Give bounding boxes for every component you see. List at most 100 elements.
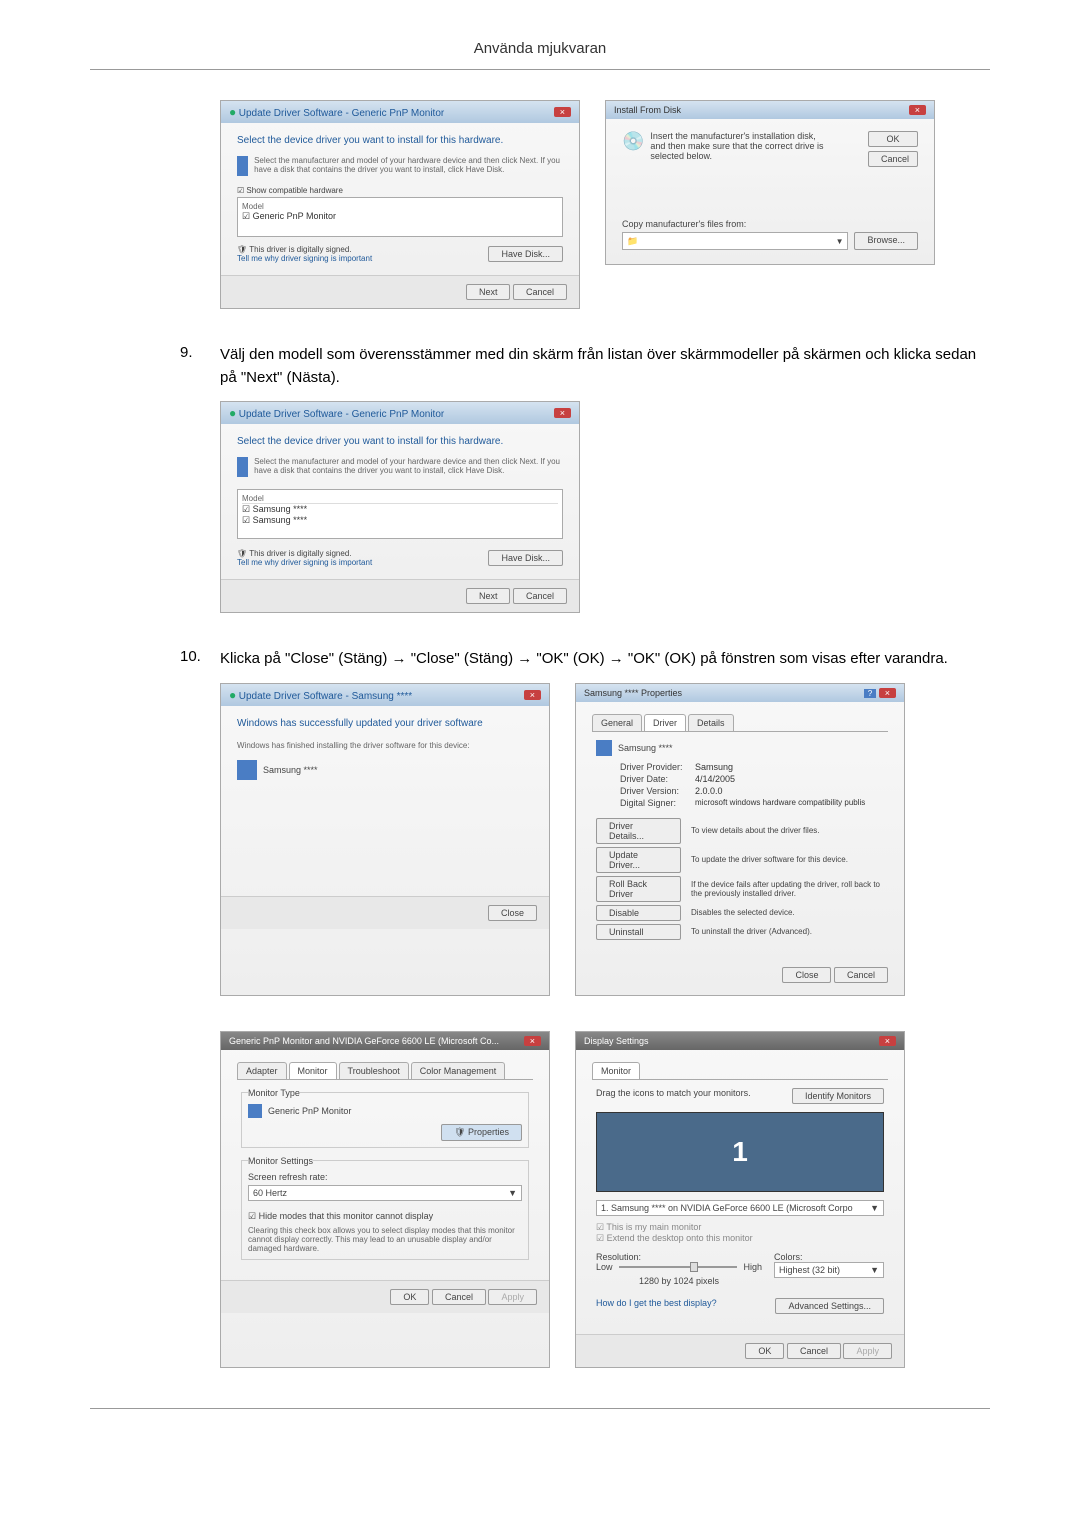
- device-icon: [237, 760, 257, 780]
- install-disk-dialog: Install From Disk × 💿 Insert the manufac…: [605, 100, 935, 265]
- step-number: 9.: [180, 344, 220, 389]
- rollback-button[interactable]: Roll Back Driver: [596, 876, 681, 902]
- identify-button[interactable]: Identify Monitors: [792, 1088, 884, 1104]
- colors-label: Colors:: [774, 1252, 884, 1262]
- close-icon[interactable]: ×: [524, 690, 541, 700]
- signed-text: 🛡 This driver is digitally signed.: [237, 549, 372, 558]
- dropdown-icon[interactable]: ▼: [836, 237, 844, 246]
- device-dropdown[interactable]: 1. Samsung **** on NVIDIA GeForce 6600 L…: [596, 1200, 884, 1216]
- close-icon[interactable]: ×: [554, 408, 571, 418]
- apply-button[interactable]: Apply: [488, 1289, 537, 1305]
- close-icon[interactable]: ×: [909, 105, 926, 115]
- step-text: Klicka på "Close" (Stäng) → "Close" (Stä…: [220, 648, 948, 671]
- driver-details-button[interactable]: Driver Details...: [596, 818, 681, 844]
- monitor-type-group: Monitor Type: [248, 1088, 300, 1098]
- success-heading: Windows has successfully updated your dr…: [237, 718, 533, 729]
- tab-monitor[interactable]: Monitor: [592, 1062, 640, 1079]
- browse-button[interactable]: Browse...: [854, 232, 918, 250]
- drag-label: Drag the icons to match your monitors.: [596, 1088, 751, 1104]
- cancel-button[interactable]: Cancel: [513, 284, 567, 300]
- cancel-button[interactable]: Cancel: [834, 967, 888, 983]
- resolution-label: Resolution:: [596, 1252, 762, 1262]
- close-button[interactable]: Close: [782, 967, 831, 983]
- properties-dialog: Samsung **** Properties ? × General Driv…: [575, 683, 905, 996]
- monitor-type-val: Generic PnP Monitor: [268, 1106, 351, 1116]
- refresh-dropdown[interactable]: 60 Hertz▼: [248, 1185, 522, 1201]
- update-driver-button[interactable]: Update Driver...: [596, 847, 681, 873]
- step-text: Välj den modell som överensstämmer med d…: [220, 344, 990, 389]
- cancel-button[interactable]: Cancel: [787, 1343, 841, 1359]
- ok-button[interactable]: OK: [745, 1343, 784, 1359]
- ok-button[interactable]: OK: [868, 131, 918, 147]
- refresh-label: Screen refresh rate:: [248, 1172, 522, 1182]
- device-name: Samsung ****: [618, 743, 673, 753]
- model-item[interactable]: ☑ Generic PnP Monitor: [242, 211, 558, 222]
- resolution-value: 1280 by 1024 pixels: [596, 1276, 762, 1286]
- tab-monitor[interactable]: Monitor: [289, 1062, 337, 1079]
- monitor-icon: [248, 1104, 262, 1118]
- title: Install From Disk: [614, 105, 681, 115]
- signing-link[interactable]: Tell me why driver signing is important: [237, 558, 372, 567]
- close-button[interactable]: Close: [488, 905, 537, 921]
- disk-icon: 💿: [622, 131, 644, 167]
- tab-troubleshoot[interactable]: Troubleshoot: [339, 1062, 409, 1079]
- properties-button[interactable]: 🛡 Properties: [441, 1124, 522, 1141]
- tab-adapter[interactable]: Adapter: [237, 1062, 287, 1079]
- advanced-button[interactable]: Advanced Settings...: [775, 1298, 884, 1314]
- instruction-text: Insert the manufacturer's installation d…: [650, 131, 830, 167]
- success-dialog: ● Update Driver Software - Samsung **** …: [220, 683, 550, 996]
- title: Generic PnP Monitor and NVIDIA GeForce 6…: [229, 1036, 499, 1046]
- cancel-button[interactable]: Cancel: [868, 151, 918, 167]
- model-label: Model: [242, 494, 558, 504]
- next-button[interactable]: Next: [466, 588, 511, 604]
- close-icon[interactable]: ×: [879, 1036, 896, 1046]
- title: ● Update Driver Software - Generic PnP M…: [229, 105, 444, 119]
- compat-checkbox-label[interactable]: Show compatible hardware: [246, 186, 343, 195]
- close-icon[interactable]: ? ×: [864, 688, 896, 698]
- help-link[interactable]: How do I get the best display?: [596, 1298, 717, 1314]
- title: ● Update Driver Software - Generic PnP M…: [229, 406, 444, 420]
- monitor-preview[interactable]: 1: [596, 1112, 884, 1192]
- display-settings-dialog: Display Settings × Monitor Drag the icon…: [575, 1031, 905, 1368]
- copy-label: Copy manufacturer's files from:: [622, 219, 918, 229]
- device-icon: [237, 457, 248, 477]
- cancel-button[interactable]: Cancel: [432, 1289, 486, 1305]
- disable-button[interactable]: Disable: [596, 905, 681, 921]
- device-name: Samsung ****: [263, 765, 318, 775]
- update-driver-dialog-2: ● Update Driver Software - Generic PnP M…: [220, 401, 580, 613]
- hint-text: Select the manufacturer and model of you…: [254, 156, 563, 176]
- success-sub: Windows has finished installing the driv…: [237, 741, 533, 750]
- device-icon: [596, 740, 612, 756]
- step-number: 10.: [180, 648, 220, 671]
- ok-button[interactable]: OK: [390, 1289, 429, 1305]
- dialog-heading: Select the device driver you want to ins…: [237, 436, 563, 447]
- next-button[interactable]: Next: [466, 284, 511, 300]
- signing-link[interactable]: Tell me why driver signing is important: [237, 254, 372, 263]
- apply-button[interactable]: Apply: [843, 1343, 892, 1359]
- title: Samsung **** Properties: [584, 688, 682, 698]
- dropdown-icon: ▼: [508, 1188, 517, 1198]
- have-disk-button[interactable]: Have Disk...: [488, 246, 563, 262]
- model-item[interactable]: ☑ Samsung ****: [242, 515, 558, 526]
- tab-details[interactable]: Details: [688, 714, 734, 731]
- hide-modes-checkbox[interactable]: ☑ Hide modes that this monitor cannot di…: [248, 1211, 522, 1222]
- resolution-slider[interactable]: Low High: [596, 1262, 762, 1272]
- model-item[interactable]: ☑ Samsung ****: [242, 504, 558, 515]
- close-icon[interactable]: ×: [524, 1036, 541, 1046]
- uninstall-button[interactable]: Uninstall: [596, 924, 681, 940]
- hint-text: Select the manufacturer and model of you…: [254, 457, 563, 477]
- device-icon: [237, 156, 248, 176]
- page-header: Använda mjukvaran: [90, 40, 990, 70]
- cancel-button[interactable]: Cancel: [513, 588, 567, 604]
- tab-color[interactable]: Color Management: [411, 1062, 506, 1079]
- hide-modes-desc: Clearing this check box allows you to se…: [248, 1226, 522, 1253]
- tab-driver[interactable]: Driver: [644, 714, 686, 731]
- main-monitor-checkbox: ☑ This is my main monitor: [596, 1222, 884, 1233]
- have-disk-button[interactable]: Have Disk...: [488, 550, 563, 566]
- tab-general[interactable]: General: [592, 714, 642, 731]
- colors-dropdown[interactable]: Highest (32 bit)▼: [774, 1262, 884, 1278]
- path-input[interactable]: 📁 ▼: [622, 232, 848, 250]
- dialog-heading: Select the device driver you want to ins…: [237, 135, 563, 146]
- monitor-properties-dialog: Generic PnP Monitor and NVIDIA GeForce 6…: [220, 1031, 550, 1368]
- close-icon[interactable]: ×: [554, 107, 571, 117]
